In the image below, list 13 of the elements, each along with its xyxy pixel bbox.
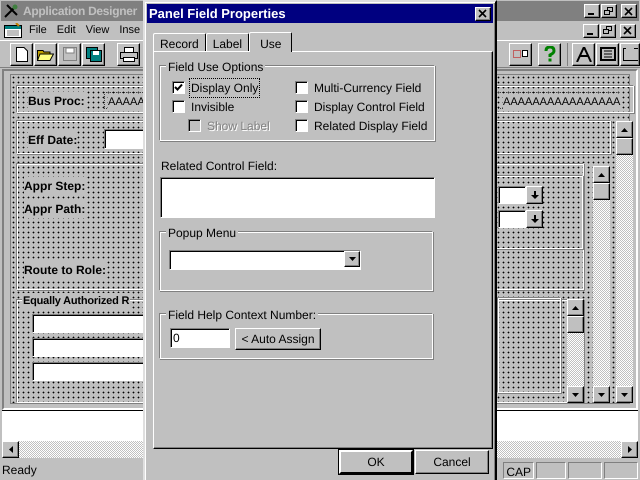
field-label: Appr Path: (24, 200, 86, 218)
field-label: Route to Role: (24, 261, 106, 279)
field-label: Eff Date: (28, 131, 78, 149)
status-text: Ready (2, 462, 37, 479)
window-title: Application Designer (23, 3, 138, 20)
field-label: Appr Step: (24, 177, 86, 195)
field-value: AAAAA (108, 94, 145, 110)
field-label: Related Control Field: (161, 158, 278, 175)
dialog-title: Panel Field Properties (149, 4, 286, 23)
field-label: Bus Proc: (28, 92, 85, 110)
status-indicator: CAP (503, 462, 534, 478)
field-value: AAAAAAAAAAAAAAAA (503, 94, 620, 110)
group-title: Equally Authorized R (22, 293, 130, 310)
